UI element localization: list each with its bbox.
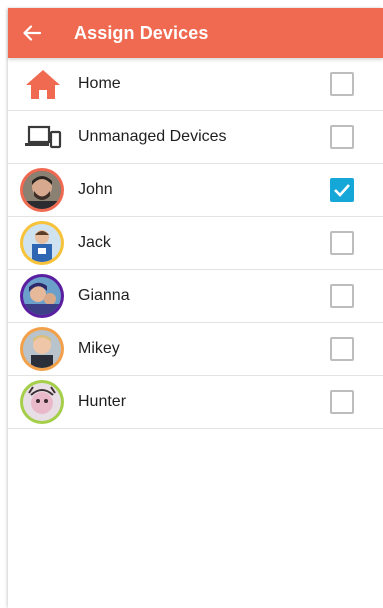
app-window: Assign Devices Home Unmanaged Devices Jo… xyxy=(8,8,383,608)
device-assign-list: Home Unmanaged Devices John Jack Gianna … xyxy=(8,58,383,429)
avatar xyxy=(20,221,64,265)
list-item-unmanaged-devices[interactable]: Unmanaged Devices xyxy=(8,111,383,164)
list-item-gianna[interactable]: Gianna xyxy=(8,270,383,323)
list-item-label: Gianna xyxy=(78,287,130,304)
list-item-jack[interactable]: Jack xyxy=(8,217,383,270)
list-item-label: Mikey xyxy=(78,340,120,357)
avatar xyxy=(20,380,64,424)
checkbox-checked[interactable] xyxy=(330,178,354,202)
checkbox[interactable] xyxy=(330,231,354,255)
arrow-back-icon xyxy=(23,25,41,41)
list-item-home[interactable]: Home xyxy=(8,58,383,111)
checkbox[interactable] xyxy=(330,125,354,149)
back-button[interactable] xyxy=(8,8,58,58)
checkbox[interactable] xyxy=(330,284,354,308)
list-item-hunter[interactable]: Hunter xyxy=(8,376,383,429)
avatar xyxy=(20,274,64,318)
list-item-label: John xyxy=(78,181,113,198)
app-bar: Assign Devices xyxy=(8,8,383,58)
devices-icon xyxy=(25,125,62,149)
list-item-label: Home xyxy=(78,75,121,92)
avatar xyxy=(20,168,64,212)
checkbox[interactable] xyxy=(330,72,354,96)
list-item-mikey[interactable]: Mikey xyxy=(8,323,383,376)
home-icon xyxy=(26,70,60,99)
list-item-label: Unmanaged Devices xyxy=(78,128,227,145)
checkbox[interactable] xyxy=(330,337,354,361)
page-title: Assign Devices xyxy=(74,22,209,43)
list-item-label: Hunter xyxy=(78,393,127,410)
avatar xyxy=(20,327,64,371)
list-item-john[interactable]: John xyxy=(8,164,383,217)
list-item-label: Jack xyxy=(78,234,111,251)
check-icon xyxy=(334,184,350,197)
checkbox[interactable] xyxy=(330,390,354,414)
